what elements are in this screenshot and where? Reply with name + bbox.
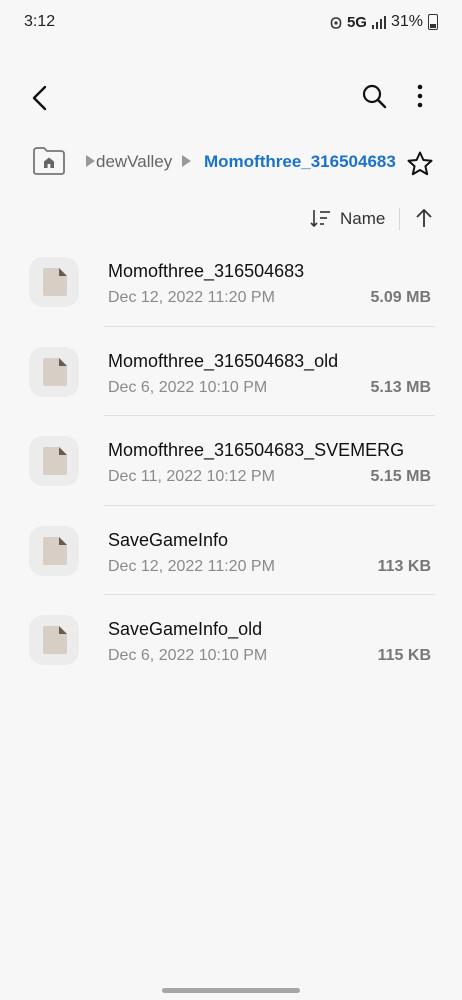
breadcrumb: dewValley Momofthree_316504683 <box>0 140 462 186</box>
file-size: 115 KB <box>377 647 431 664</box>
file-name: SaveGameInfo <box>108 529 229 550</box>
file-list: Momofthree_316504683 Dec 12, 2022 11:20 … <box>0 237 462 685</box>
search-icon <box>362 84 387 109</box>
file-size: 5.15 MB <box>370 468 431 485</box>
more-options-button[interactable] <box>404 78 436 114</box>
breadcrumb-arrow-icon <box>86 155 95 167</box>
file-icon <box>43 536 67 565</box>
status-time: 3:12 <box>24 13 56 30</box>
file-icon <box>43 357 67 386</box>
more-vert-icon <box>417 84 423 108</box>
file-list-item[interactable]: SaveGameInfo_old Dec 6, 2022 10:10 PM 11… <box>0 595 462 685</box>
file-icon <box>43 447 67 475</box>
file-name: SaveGameInfo_old <box>108 619 263 639</box>
status-bar: 3:12 5G 31% <box>0 0 462 44</box>
file-list-item[interactable]: Momofthree_316504683_SVEMERG Dec 11, 202… <box>0 416 462 506</box>
file-date: Dec 6, 2022 10:10 PM <box>108 647 268 664</box>
file-size: 5.09 MB <box>370 289 431 306</box>
search-button[interactable] <box>356 78 392 114</box>
home-folder-button[interactable] <box>32 146 66 176</box>
file-date: Dec 12, 2022 11:20 PM <box>108 557 275 575</box>
file-icon <box>43 268 67 296</box>
sort-bar: Name <box>0 200 462 236</box>
status-icons: 5G 31% <box>330 13 438 31</box>
arrow-up-icon[interactable] <box>412 206 436 230</box>
chevron-left-icon <box>32 85 47 111</box>
star-outline-icon <box>407 151 433 176</box>
home-folder-icon <box>33 147 65 175</box>
file-name: Momofthree_316504683 <box>108 261 305 281</box>
file-date: Dec 12, 2022 11:20 PM <box>108 289 275 306</box>
file-date: Dec 11, 2022 10:12 PM <box>108 468 275 485</box>
file-size: 113 KB <box>377 557 431 575</box>
file-list-item[interactable]: Momofthree_316504683 Dec 12, 2022 11:20 … <box>0 237 462 327</box>
file-icon <box>43 626 67 654</box>
file-list-item[interactable]: Momofthree_316504683_old Dec 6, 2022 10:… <box>0 327 462 416</box>
breadcrumb-item-current[interactable]: Momofthree_316504683 <box>204 152 396 172</box>
file-thumbnail <box>29 615 79 665</box>
app-bar <box>0 72 462 120</box>
file-thumbnail <box>29 346 79 397</box>
alarm-icon <box>330 17 342 29</box>
file-date: Dec 6, 2022 10:10 PM <box>108 378 268 396</box>
file-name: Momofthree_316504683_SVEMERG <box>108 440 405 460</box>
network-type: 5G <box>346 13 367 31</box>
sort-divider <box>399 208 400 230</box>
file-name: Momofthree_316504683_old <box>108 350 339 371</box>
sort-icon[interactable] <box>310 208 332 228</box>
battery-icon <box>428 14 438 30</box>
sort-by-label[interactable]: Name <box>340 209 385 229</box>
gesture-navigation-bar[interactable] <box>162 988 300 993</box>
file-thumbnail <box>29 257 79 307</box>
signal-icon <box>371 15 386 29</box>
file-thumbnail <box>29 525 79 576</box>
breadcrumb-item-parent[interactable]: dewValley <box>96 152 172 172</box>
favorite-button[interactable] <box>404 148 436 180</box>
file-list-item[interactable]: SaveGameInfo Dec 12, 2022 11:20 PM 113 K… <box>0 506 462 595</box>
file-size: 5.13 MB <box>370 378 431 396</box>
back-button[interactable] <box>22 80 58 116</box>
battery-percent: 31% <box>390 13 423 30</box>
file-thumbnail <box>29 436 79 486</box>
breadcrumb-arrow-icon <box>182 155 191 167</box>
